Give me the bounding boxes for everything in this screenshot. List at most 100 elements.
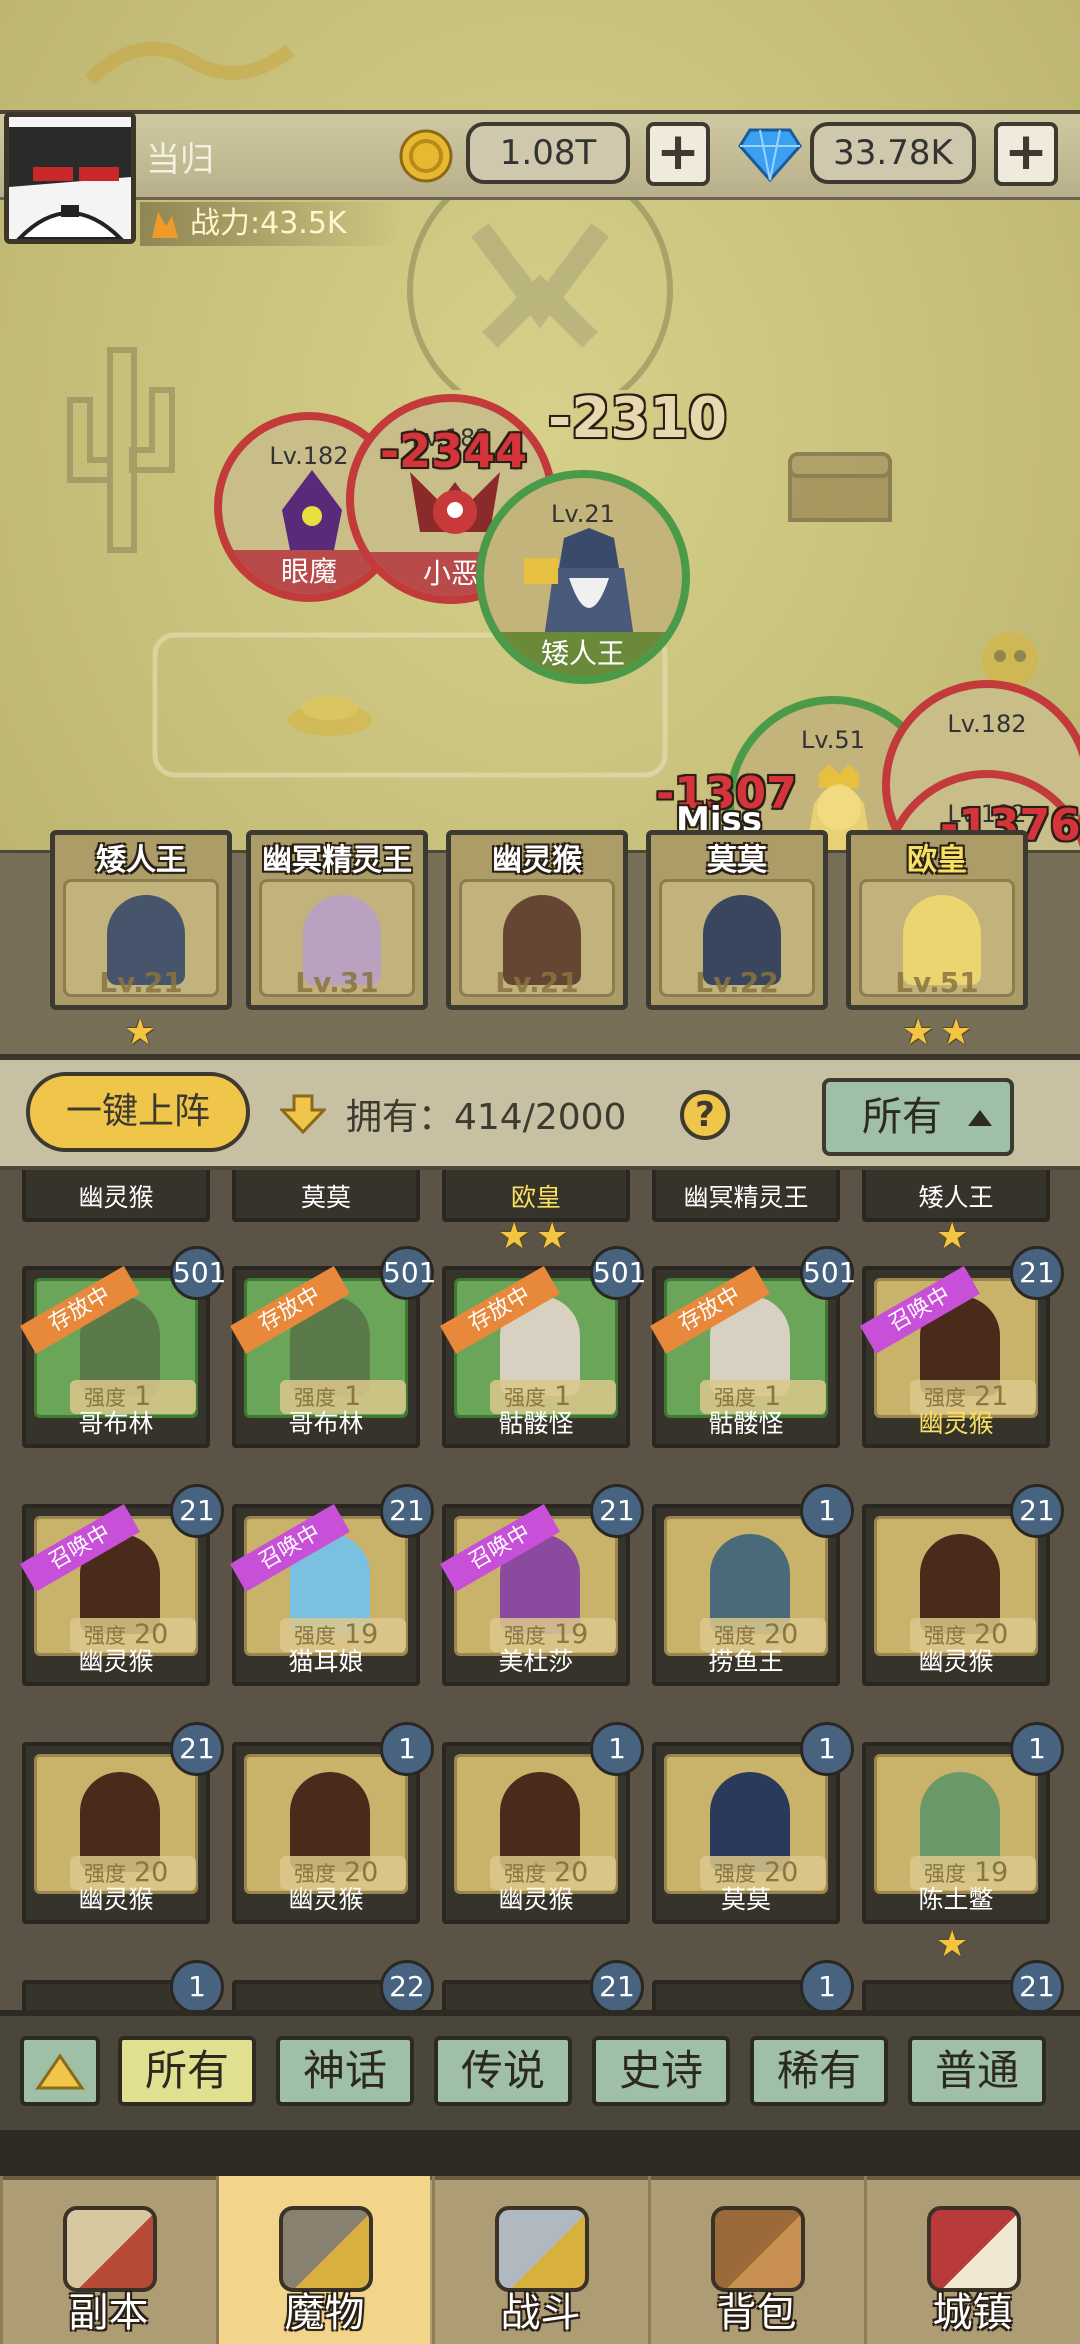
gem-amount: 33.78K — [810, 122, 976, 184]
monster-name: 哥布林 — [78, 1409, 154, 1438]
star-icon: ★ — [902, 1012, 935, 1053]
team-slot-level: Lv.21 — [99, 966, 183, 999]
enemy-level: Lv.182 — [947, 710, 1027, 738]
team-slot[interactable]: 幽灵猴 Lv.21 — [446, 830, 628, 1010]
monster-card[interactable]: 幽灵猴 — [22, 1170, 210, 1222]
count-badge: 1 — [1010, 1722, 1064, 1776]
triangle-up-icon — [968, 1110, 992, 1126]
monster-name: 幽灵猴 — [78, 1885, 154, 1914]
count-badge: 1 — [800, 1960, 854, 2010]
monster-name: 幽灵猴 — [918, 1647, 994, 1676]
monster-name: 幽灵猴 — [78, 1183, 154, 1212]
rarity-tab[interactable]: 史诗 — [592, 2036, 730, 2106]
team-slot-name: 欧皇 — [907, 843, 967, 878]
team-slot-level: Lv.21 — [495, 966, 579, 999]
gold-amount: 1.08T — [466, 122, 630, 184]
count-badge: 501 — [800, 1246, 856, 1300]
player-avatar[interactable] — [4, 112, 136, 244]
count-badge: 1 — [590, 1722, 644, 1776]
ally-level: Lv.21 — [551, 500, 615, 528]
diamond-icon — [738, 128, 802, 183]
count-badge: 21 — [380, 1484, 434, 1538]
monster-card[interactable]: 欧皇 — [442, 1170, 630, 1222]
monster-card[interactable]: 矮人王 — [862, 1170, 1050, 1222]
monster-name: 莫莫 — [300, 1183, 351, 1212]
owned-count: 拥有：414/2000 — [346, 1097, 627, 1138]
count-badge: 501 — [590, 1246, 646, 1300]
rarity-tab[interactable]: 传说 — [434, 2036, 572, 2106]
damage-number: -2344 — [380, 424, 528, 478]
monster-name: 美杜莎 — [498, 1647, 574, 1676]
down-arrow-icon — [280, 1094, 326, 1134]
monster-name: 矮人王 — [918, 1183, 994, 1212]
monster-name: 莫莫 — [720, 1885, 771, 1914]
count-badge: 21 — [590, 1484, 644, 1538]
avatar-portrait-icon — [9, 117, 131, 239]
team-slot[interactable]: 幽冥精灵王 Lv.31 — [246, 830, 428, 1010]
star-icon: ★ — [498, 1216, 531, 1257]
treasure-chest-icon — [788, 452, 892, 522]
team-slot[interactable]: 矮人王 Lv.21 — [50, 830, 232, 1010]
team-slot-level: Lv.22 — [695, 966, 779, 999]
monster-name: 猫耳娘 — [288, 1647, 364, 1676]
add-gold-button[interactable]: + — [646, 122, 710, 186]
count-badge: 501 — [380, 1246, 436, 1300]
monster-name: 欧皇 — [510, 1183, 561, 1212]
star-icon: ★ — [936, 1924, 969, 1965]
team-slot[interactable]: 欧皇 Lv.51 — [846, 830, 1028, 1010]
count-badge: 1 — [800, 1722, 854, 1776]
count-badge: 21 — [1010, 1960, 1064, 2010]
nav-backpack[interactable]: 背包 — [648, 2176, 862, 2344]
count-badge: 21 — [1010, 1246, 1064, 1300]
nav-crossed-swords[interactable]: 战斗 — [432, 2176, 646, 2344]
count-badge: 1 — [170, 1960, 224, 2010]
power-flame-icon — [152, 212, 178, 238]
nav-shop[interactable]: 城镇 — [864, 2176, 1078, 2344]
rarity-tab[interactable]: 稀有 — [750, 2036, 888, 2106]
team-slot-name: 矮人王 — [96, 843, 186, 878]
team-slot-level: Lv.51 — [895, 966, 979, 999]
monster-name: 捞鱼王 — [708, 1647, 784, 1676]
star-icon: ★ — [936, 1216, 969, 1257]
triangle-up-icon — [35, 2053, 85, 2090]
count-badge: 21 — [170, 1722, 224, 1776]
nav-label: 副本 — [68, 2290, 149, 2336]
dragon-bones-icon — [85, 41, 295, 86]
filter-dropdown[interactable]: 所有 — [822, 1078, 1014, 1156]
combat-power-text: 战力:43.5K — [190, 206, 347, 241]
combat-power: 战力:43.5K — [140, 202, 400, 246]
star-icon: ★ — [124, 1012, 157, 1053]
monster-name: 幽灵猴 — [288, 1885, 364, 1914]
count-badge: 21 — [590, 1960, 644, 2010]
monster-name: 陈土鳖 — [918, 1885, 994, 1914]
crossed-emblem-icon — [407, 190, 673, 390]
monster-card[interactable]: 幽冥精灵王 — [652, 1170, 840, 1222]
star-icon: ★ — [940, 1012, 973, 1053]
star-icon: ★ — [536, 1216, 569, 1257]
rarity-tab[interactable]: 所有 — [118, 2036, 256, 2106]
count-badge: 21 — [1010, 1484, 1064, 1538]
nav-label: 城镇 — [932, 2290, 1013, 2336]
collapse-button[interactable] — [20, 2036, 100, 2106]
nav-label: 魔物 — [284, 2290, 365, 2336]
nav-map-compass[interactable]: 副本 — [0, 2176, 214, 2344]
count-badge: 501 — [170, 1246, 226, 1300]
player-name: 当归 — [146, 140, 214, 180]
team-slot[interactable]: 莫莫 Lv.22 — [646, 830, 828, 1010]
rarity-tab[interactable]: 普通 — [908, 2036, 1046, 2106]
auto-deploy-button[interactable]: 一键上阵 — [26, 1072, 250, 1152]
ally-unit-dwarf-king[interactable]: Lv.21 矮人王 — [476, 470, 690, 684]
add-gems-button[interactable]: + — [994, 122, 1058, 186]
team-slot-level: Lv.31 — [295, 966, 379, 999]
monster-card[interactable]: 莫莫 — [232, 1170, 420, 1222]
ally-name: 矮人王 — [484, 632, 682, 676]
monster-name: 骷髅怪 — [498, 1409, 574, 1438]
monster-name: 幽灵猴 — [78, 1647, 154, 1676]
help-button[interactable]: ? — [680, 1090, 730, 1140]
monster-collection-grid[interactable]: 幽灵猴 莫莫 欧皇 ★ ★ 幽冥精灵王 矮人王 ★ 存放中 强度 1 哥布林 501 存放中 强度 1 哥布林 5… — [0, 1170, 1080, 2010]
team-slot-name: 幽冥精灵王 — [262, 843, 412, 878]
rarity-tab[interactable]: 神话 — [276, 2036, 414, 2106]
count-badge: 22 — [380, 1960, 434, 2010]
nav-label: 背包 — [716, 2290, 797, 2336]
nav-helmet[interactable]: 魔物 — [216, 2176, 430, 2344]
